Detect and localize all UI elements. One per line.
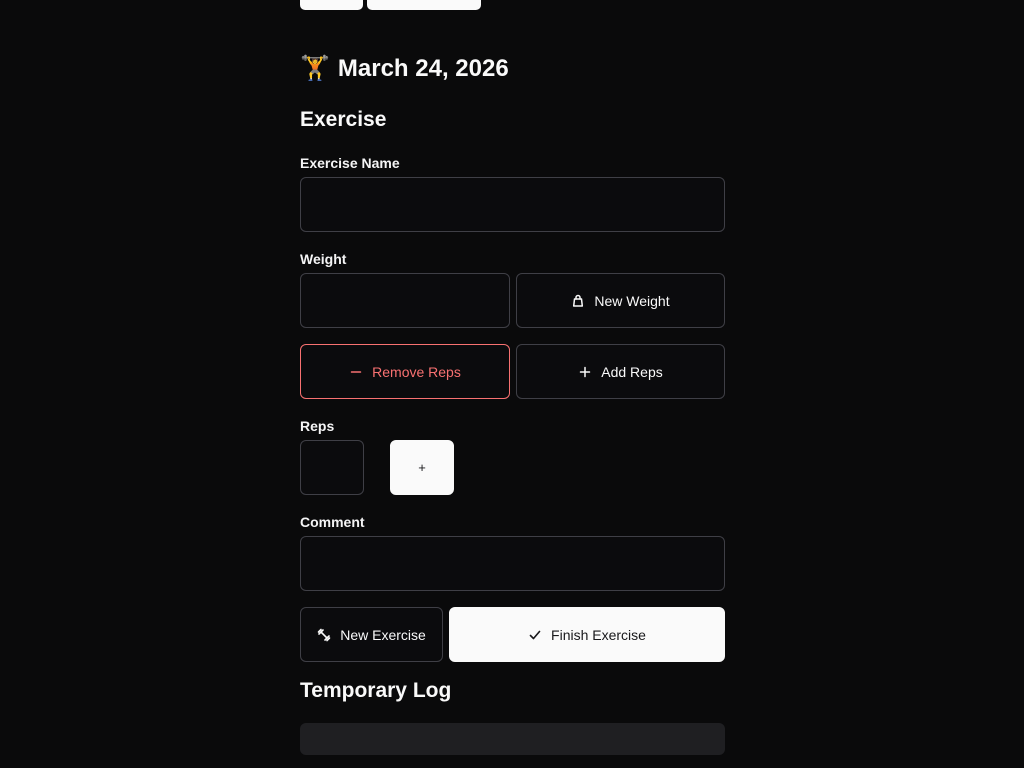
new-exercise-label: New Exercise	[340, 626, 426, 643]
reps-add-button[interactable]: +	[390, 440, 454, 495]
weight-label: Weight	[300, 251, 347, 267]
finish-exercise-button[interactable]: Finish Exercise	[449, 607, 725, 662]
exercise-heading: Exercise	[300, 108, 387, 131]
weightlifter-icon: 🏋	[300, 55, 330, 82]
dumbbell-icon	[317, 628, 331, 642]
weight-input[interactable]	[300, 273, 510, 328]
temporary-log-panel	[300, 723, 725, 755]
exercise-name-input[interactable]	[300, 177, 725, 232]
finish-exercise-label: Finish Exercise	[551, 626, 646, 643]
date-title: March 24, 2026	[337, 55, 509, 82]
minus-icon	[349, 365, 363, 379]
comment-label: Comment	[300, 514, 365, 530]
temporary-log-heading: Temporary Log	[300, 679, 452, 702]
add-reps-button[interactable]: Add Reps	[516, 344, 725, 399]
add-reps-label: Add Reps	[601, 363, 663, 380]
top-action-button-2[interactable]	[367, 0, 481, 10]
comment-input[interactable]	[300, 536, 725, 591]
remove-reps-label: Remove Reps	[372, 363, 461, 380]
new-exercise-button[interactable]: New Exercise	[300, 607, 443, 662]
new-weight-button[interactable]: New Weight	[516, 273, 725, 328]
kettlebell-icon	[571, 294, 585, 308]
page-title: 🏋 March 24, 2026	[300, 52, 509, 86]
reps-input[interactable]	[300, 440, 364, 495]
plus-icon	[578, 365, 592, 379]
check-icon	[528, 628, 542, 642]
exercise-name-label: Exercise Name	[300, 155, 400, 171]
reps-label: Reps	[300, 418, 335, 434]
new-weight-label: New Weight	[594, 292, 670, 309]
remove-reps-button[interactable]: Remove Reps	[300, 344, 510, 399]
top-action-button-1[interactable]	[300, 0, 363, 10]
